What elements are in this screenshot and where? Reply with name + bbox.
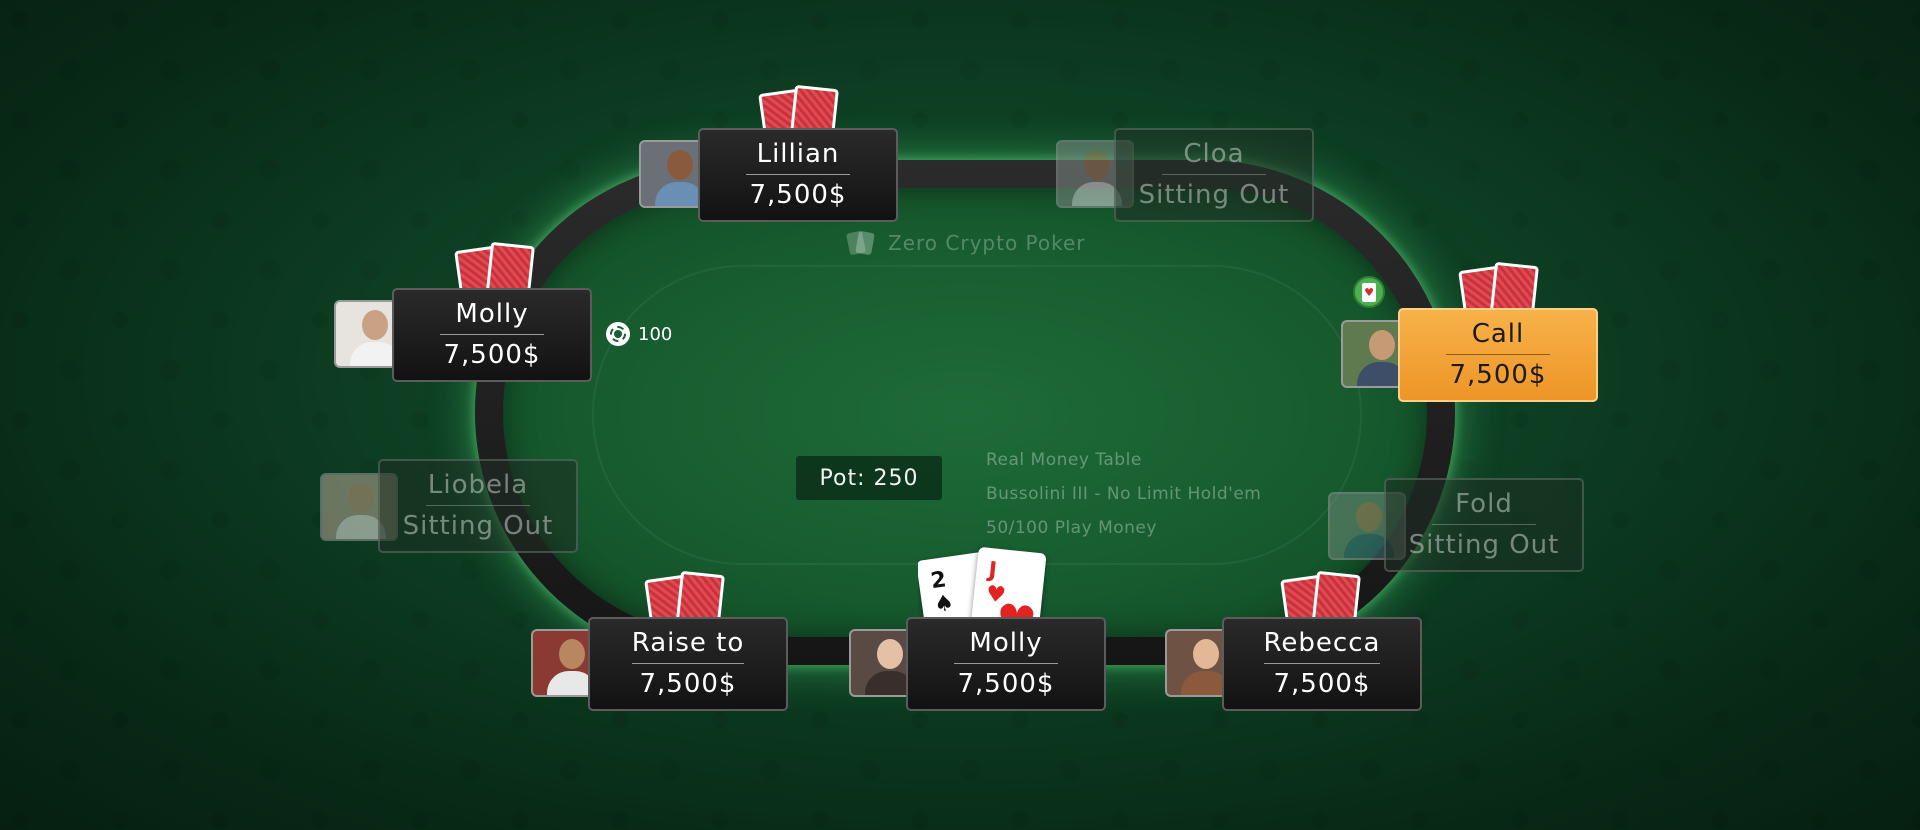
table-brand: Zero Crypto Poker [845, 230, 1086, 256]
player-nameplate: Cloa Sitting Out [1114, 128, 1314, 222]
player-nameplate: Liobela Sitting Out [378, 459, 578, 553]
player-stack: 7,500$ [443, 340, 541, 370]
player-name: Raise to [631, 627, 745, 664]
card-backs [644, 570, 732, 638]
table-info-line: Real Money Table [986, 450, 1142, 470]
player-nameplate: Molly 7,500$ [392, 288, 592, 382]
player-name: Molly [440, 298, 544, 335]
player-stack: 7,500$ [749, 180, 847, 210]
cards-logo-icon [845, 230, 876, 256]
dealer-badge-icon: ♥ [1353, 276, 1385, 308]
card-rank: J [987, 557, 999, 584]
table-info-line: 50/100 Play Money [986, 518, 1157, 538]
player-nameplate: Call 7,500$ [1398, 308, 1598, 402]
card-suit-large: ♥ [993, 593, 1040, 618]
player-name: Rebecca [1263, 627, 1381, 664]
player-nameplate: Raise to 7,500$ [588, 617, 788, 711]
card-backs [1280, 570, 1368, 638]
player-name: Cloa [1162, 138, 1266, 175]
card-backs [758, 84, 846, 152]
player-name: Fold [1432, 488, 1536, 525]
brand-label: Zero Crypto Poker [888, 231, 1086, 255]
player-nameplate: Fold Sitting Out [1384, 478, 1584, 572]
card-backs [1458, 261, 1546, 329]
player-name: Lillian [746, 138, 850, 175]
player-nameplate: Molly 7,500$ [906, 617, 1106, 711]
card-jack-hearts: J ♥ ♥ [969, 546, 1047, 618]
player-status: Sitting Out [402, 511, 554, 541]
player-nameplate: Rebecca 7,500$ [1222, 617, 1422, 711]
hero-cards: 2 ♠ J ♥ ♥ [918, 542, 1064, 618]
bet-amount: 100 [638, 323, 673, 345]
player-name: Liobela [426, 469, 530, 506]
bet-chip: 100 [606, 322, 672, 346]
player-status: Sitting Out [1408, 530, 1560, 560]
card-rank: 2 [929, 567, 948, 595]
table-info-line: Bussolini III - No Limit Hold'em [986, 484, 1262, 504]
player-stack: 7,500$ [957, 669, 1055, 699]
chip-icon [606, 322, 630, 346]
player-name: Molly [954, 627, 1058, 664]
player-status: Sitting Out [1138, 180, 1290, 210]
card-suit: ♠ [932, 590, 956, 618]
player-name: Call [1446, 318, 1550, 355]
table-info: Real Money Table Bussolini III - No Limi… [986, 443, 1261, 545]
player-stack: 7,500$ [1273, 669, 1371, 699]
pot-display: Pot: 250 [796, 456, 942, 500]
player-stack: 7,500$ [639, 669, 737, 699]
player-stack: 7,500$ [1449, 360, 1547, 390]
player-nameplate: Lillian 7,500$ [698, 128, 898, 222]
card-backs [454, 241, 542, 309]
